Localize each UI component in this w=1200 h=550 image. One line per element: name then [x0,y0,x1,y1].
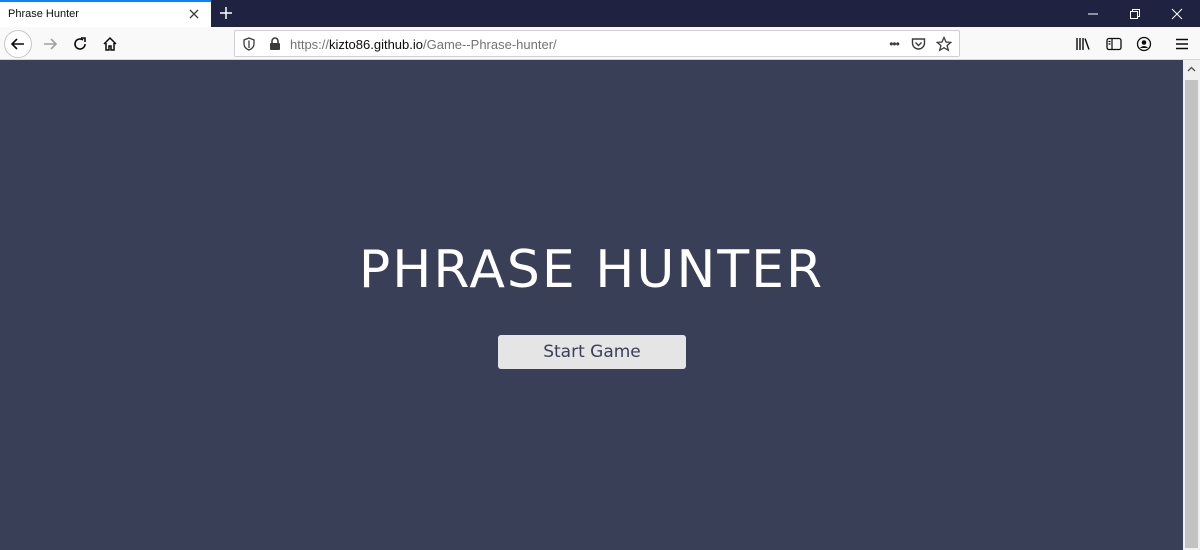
tab-phrase-hunter[interactable]: Phrase Hunter [0,0,211,27]
pocket-icon[interactable] [910,36,926,52]
hamburger-menu-icon[interactable] [1172,34,1192,54]
vertical-scrollbar[interactable] [1183,60,1200,550]
url-path: /Game--Phrase-hunter/ [422,37,557,52]
account-icon[interactable] [1134,34,1154,54]
arrow-left-icon[interactable] [4,30,32,58]
start-game-button[interactable]: Start Game [498,335,686,369]
arrow-right-icon[interactable] [36,30,64,58]
star-icon[interactable] [936,36,952,52]
page-title: PHRASE HUNTER [358,240,825,300]
tab-strip: Phrase Hunter [0,0,1200,27]
sidebar-icon[interactable] [1104,34,1124,54]
lock-icon[interactable] [267,36,283,52]
url-text[interactable]: https://kizto86.github.io/Game--Phrase-h… [290,37,557,52]
chevron-up-icon[interactable] [1183,60,1200,77]
address-bar[interactable]: https://kizto86.github.io/Game--Phrase-h… [234,30,960,57]
library-icon[interactable] [1073,34,1093,54]
scrollbar-thumb[interactable] [1185,80,1198,548]
minimize-icon[interactable] [1072,0,1114,27]
url-prefix: https:// [290,37,330,52]
home-icon[interactable] [96,30,124,58]
reload-icon[interactable] [66,30,94,58]
tab-title: Phrase Hunter [8,8,79,20]
shield-icon[interactable] [241,36,257,52]
restore-icon[interactable] [1114,0,1156,27]
game-overlay: PHRASE HUNTER Start Game [0,60,1183,550]
page-actions-icon[interactable]: ••• [883,36,905,52]
window-close-icon[interactable] [1156,0,1198,27]
plus-icon[interactable] [217,4,235,22]
url-domain: kizto86.github.io [329,37,423,52]
close-icon[interactable] [186,6,202,22]
navigation-toolbar: https://kizto86.github.io/Game--Phrase-h… [0,27,1200,60]
